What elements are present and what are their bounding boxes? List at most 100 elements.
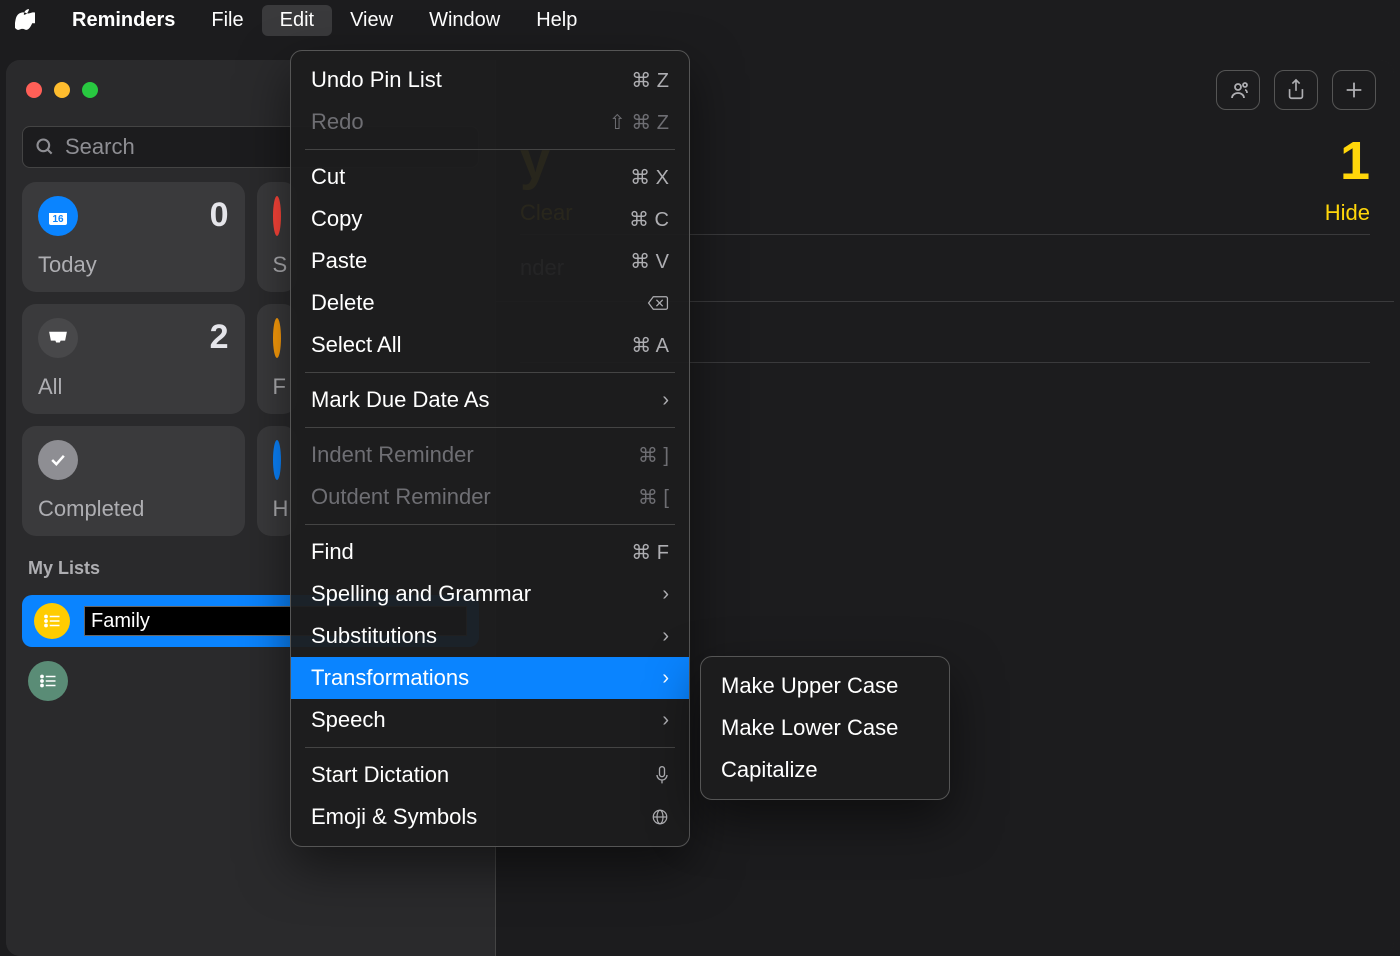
smart-completed[interactable]: Completed xyxy=(22,426,245,536)
menu-redo-shortcut: ⇧ ⌘ Z xyxy=(609,110,669,135)
menu-outdent-shortcut: ⌘ [ xyxy=(638,485,669,510)
menubar-file[interactable]: File xyxy=(193,5,261,36)
submenu-upper-case[interactable]: Make Upper Case xyxy=(701,665,949,707)
chevron-right-icon: › xyxy=(662,389,669,412)
menu-spelling[interactable]: Spelling and Grammar › xyxy=(291,573,689,615)
hide-completed-button[interactable]: Hide xyxy=(1325,200,1370,226)
menu-cut-label: Cut xyxy=(311,164,345,190)
menu-undo-label: Undo Pin List xyxy=(311,67,442,93)
menu-separator xyxy=(305,149,675,150)
menu-copy-shortcut: ⌘ C xyxy=(629,207,669,232)
menu-delete-label: Delete xyxy=(311,290,375,316)
flag-icon xyxy=(273,318,281,358)
menu-dictation-label: Start Dictation xyxy=(311,762,449,788)
menu-undo[interactable]: Undo Pin List ⌘ Z xyxy=(291,59,689,101)
submenu-capitalize[interactable]: Capitalize xyxy=(701,749,949,791)
menu-mark-due-date[interactable]: Mark Due Date As › xyxy=(291,379,689,421)
smart-high-label: H xyxy=(273,496,281,522)
fullscreen-window-button[interactable] xyxy=(82,82,98,98)
list-bullet-icon xyxy=(34,603,70,639)
menu-paste-shortcut: ⌘ V xyxy=(630,249,669,274)
menu-transformations[interactable]: Transformations › xyxy=(291,657,689,699)
menu-delete[interactable]: Delete xyxy=(291,282,689,324)
search-icon xyxy=(35,137,55,157)
smart-all-count: 2 xyxy=(210,318,229,357)
calendar-icon xyxy=(273,196,281,236)
checkmark-icon xyxy=(38,440,78,480)
menubar-edit[interactable]: Edit xyxy=(262,5,332,36)
apple-logo-icon[interactable] xyxy=(14,9,36,31)
chevron-right-icon: › xyxy=(662,709,669,732)
backspace-icon xyxy=(647,295,669,311)
calendar-today-icon: 16 xyxy=(38,196,78,236)
smart-today-count: 0 xyxy=(210,196,229,235)
smart-scheduled-label: S xyxy=(273,252,281,278)
menu-separator xyxy=(305,524,675,525)
menu-emoji-label: Emoji & Symbols xyxy=(311,804,477,830)
menu-emoji[interactable]: Emoji & Symbols xyxy=(291,796,689,838)
add-reminder-button[interactable] xyxy=(1332,70,1376,110)
menubar-app-name[interactable]: Reminders xyxy=(54,5,193,36)
menu-transformations-label: Transformations xyxy=(311,665,469,691)
add-list-button[interactable] xyxy=(28,661,68,701)
globe-icon xyxy=(651,808,669,826)
menu-indent-label: Indent Reminder xyxy=(311,442,474,468)
menu-find[interactable]: Find ⌘ F xyxy=(291,531,689,573)
reminders-window: Search 16 0 Today S xyxy=(6,60,1394,956)
transformations-submenu: Make Upper Case Make Lower Case Capitali… xyxy=(700,656,950,800)
menu-indent-shortcut: ⌘ ] xyxy=(638,443,669,468)
menu-find-shortcut: ⌘ F xyxy=(631,540,669,565)
collaborate-button[interactable] xyxy=(1216,70,1260,110)
menu-copy-label: Copy xyxy=(311,206,362,232)
list-count: 1 xyxy=(1340,130,1370,192)
menu-cut-shortcut: ⌘ X xyxy=(630,165,669,190)
menu-separator xyxy=(305,427,675,428)
menu-outdent-label: Outdent Reminder xyxy=(311,484,491,510)
menubar-help[interactable]: Help xyxy=(518,5,595,36)
chevron-right-icon: › xyxy=(662,625,669,648)
menu-undo-shortcut: ⌘ Z xyxy=(631,68,669,93)
inbox-icon xyxy=(38,318,78,358)
menu-cut[interactable]: Cut ⌘ X xyxy=(291,156,689,198)
smart-completed-label: Completed xyxy=(38,496,229,522)
smart-today-label: Today xyxy=(38,252,229,278)
menu-redo-label: Redo xyxy=(311,109,364,135)
list-icon xyxy=(273,440,281,480)
menu-speech[interactable]: Speech › xyxy=(291,699,689,741)
minimize-window-button[interactable] xyxy=(54,82,70,98)
microphone-icon xyxy=(655,765,669,785)
smart-all-label: All xyxy=(38,374,229,400)
menu-spelling-label: Spelling and Grammar xyxy=(311,581,531,607)
menu-mark-due-label: Mark Due Date As xyxy=(311,387,490,413)
menu-find-label: Find xyxy=(311,539,354,565)
menu-select-all-shortcut: ⌘ A xyxy=(631,333,669,358)
close-window-button[interactable] xyxy=(26,82,42,98)
menu-select-all[interactable]: Select All ⌘ A xyxy=(291,324,689,366)
menu-paste[interactable]: Paste ⌘ V xyxy=(291,240,689,282)
menu-copy[interactable]: Copy ⌘ C xyxy=(291,198,689,240)
menubar-window[interactable]: Window xyxy=(411,5,518,36)
menu-separator xyxy=(305,372,675,373)
svg-text:16: 16 xyxy=(52,214,64,225)
menu-paste-label: Paste xyxy=(311,248,367,274)
submenu-lower-case[interactable]: Make Lower Case xyxy=(701,707,949,749)
share-button[interactable] xyxy=(1274,70,1318,110)
menu-substitutions-label: Substitutions xyxy=(311,623,437,649)
menubar-view[interactable]: View xyxy=(332,5,411,36)
menu-separator xyxy=(305,747,675,748)
menu-redo[interactable]: Redo ⇧ ⌘ Z xyxy=(291,101,689,143)
menu-select-all-label: Select All xyxy=(311,332,402,358)
smart-today[interactable]: 16 0 Today xyxy=(22,182,245,292)
chevron-right-icon: › xyxy=(662,667,669,690)
menu-dictation[interactable]: Start Dictation xyxy=(291,754,689,796)
edit-menu-dropdown: Undo Pin List ⌘ Z Redo ⇧ ⌘ Z Cut ⌘ X Cop… xyxy=(290,50,690,847)
menu-indent[interactable]: Indent Reminder ⌘ ] xyxy=(291,434,689,476)
menubar: Reminders File Edit View Window Help xyxy=(0,0,1400,40)
smart-flagged-label: F xyxy=(273,374,281,400)
menu-outdent[interactable]: Outdent Reminder ⌘ [ xyxy=(291,476,689,518)
menu-substitutions[interactable]: Substitutions › xyxy=(291,615,689,657)
search-placeholder: Search xyxy=(65,134,135,160)
smart-all[interactable]: 2 All xyxy=(22,304,245,414)
menu-speech-label: Speech xyxy=(311,707,386,733)
chevron-right-icon: › xyxy=(662,583,669,606)
